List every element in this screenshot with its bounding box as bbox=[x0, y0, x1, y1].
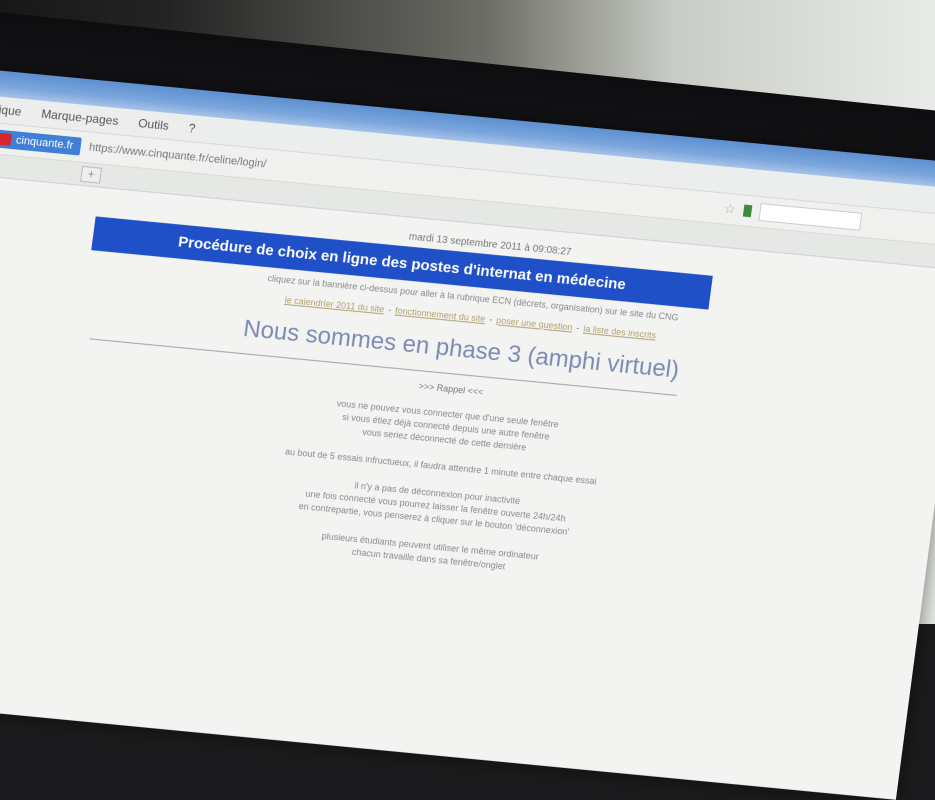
site-name: cinquante.fr bbox=[15, 134, 74, 152]
site-logo-icon bbox=[0, 132, 12, 146]
search-input[interactable] bbox=[758, 203, 863, 231]
bookmark-star-icon[interactable]: ☆ bbox=[723, 201, 737, 218]
menu-item-tools[interactable]: Outils bbox=[137, 116, 169, 133]
monitor-screen: ique Marque-pages Outils ? cinquante.fr … bbox=[0, 70, 935, 800]
site-identity-badge[interactable]: cinquante.fr bbox=[0, 129, 83, 156]
menu-item-bookmarks[interactable]: Marque-pages bbox=[40, 107, 119, 128]
link-ask-question[interactable]: poser une question bbox=[496, 315, 574, 332]
link-calendar[interactable]: le calendrier 2011 du site bbox=[284, 295, 385, 314]
link-registered-list[interactable]: la liste des inscrits bbox=[583, 324, 657, 341]
new-tab-button[interactable]: + bbox=[80, 165, 103, 184]
menu-item-partial[interactable]: ique bbox=[0, 103, 22, 119]
banner-title: Procédure de choix en ligne des postes d… bbox=[177, 233, 627, 293]
addon-icon[interactable] bbox=[742, 204, 753, 218]
menu-item-help[interactable]: ? bbox=[188, 121, 196, 136]
link-site-operation[interactable]: fonctionnement du site bbox=[394, 306, 485, 325]
